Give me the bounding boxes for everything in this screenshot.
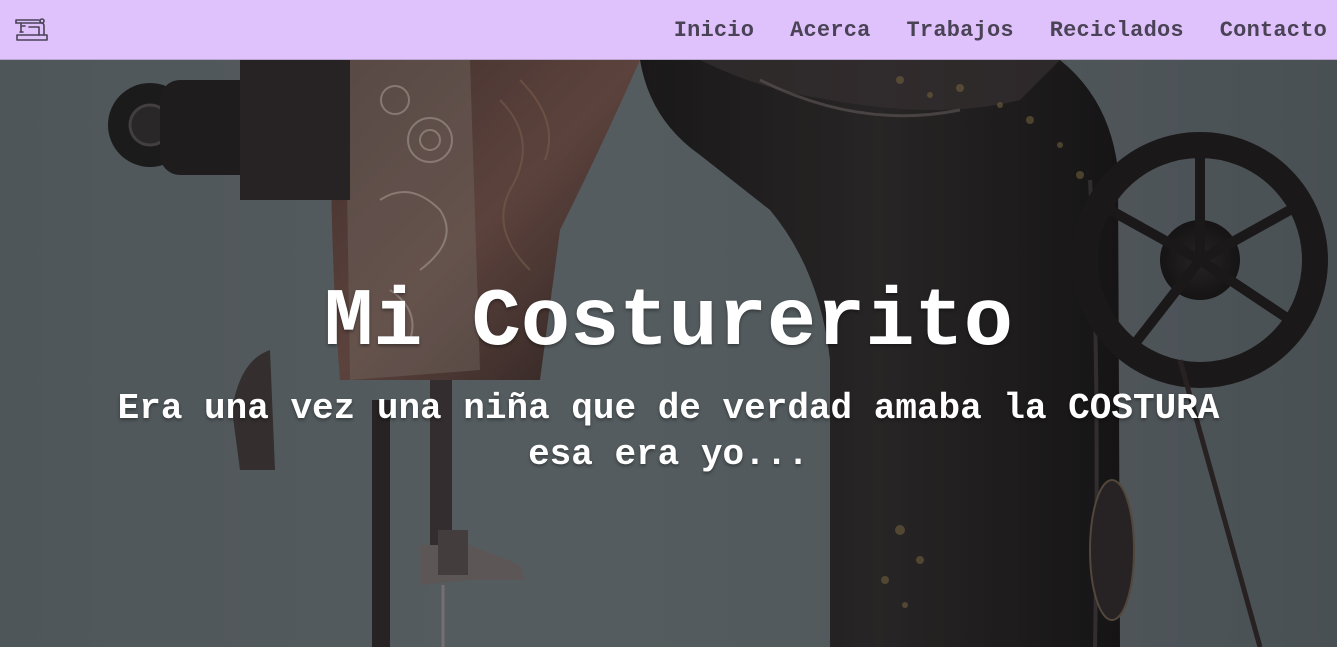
nav-link-inicio[interactable]: Inicio bbox=[674, 18, 754, 43]
nav-links: Inicio Acerca Trabajos Reciclados Contac… bbox=[638, 0, 1327, 60]
page: Inicio Acerca Trabajos Reciclados Contac… bbox=[0, 0, 1337, 647]
nav-link-reciclados[interactable]: Reciclados bbox=[1050, 18, 1184, 43]
hero-title: Mi Costurerito bbox=[324, 276, 1013, 369]
hero-section: Mi Costurerito Era una vez una niña que … bbox=[0, 60, 1337, 647]
hero-subtitle-line-1: Era una vez una niña que de verdad amaba… bbox=[117, 388, 1220, 429]
nav-link-contacto[interactable]: Contacto bbox=[1220, 18, 1327, 43]
sewing-machine-icon[interactable] bbox=[13, 15, 49, 43]
navbar: Inicio Acerca Trabajos Reciclados Contac… bbox=[0, 0, 1337, 60]
nav-link-trabajos[interactable]: Trabajos bbox=[907, 18, 1014, 43]
nav-link-acerca[interactable]: Acerca bbox=[790, 18, 870, 43]
hero-subtitle-line-2: esa era yo... bbox=[528, 434, 809, 475]
hero-subtitle: Era una vez una niña que de verdad amaba… bbox=[0, 386, 1337, 478]
